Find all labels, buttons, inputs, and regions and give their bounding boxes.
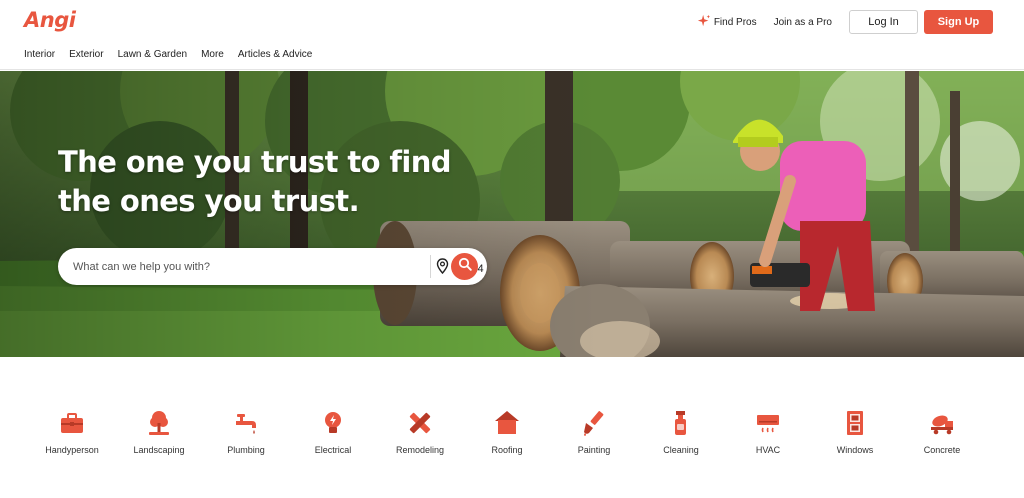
category-landscaping[interactable]: Landscaping [114,408,204,455]
ruler-pencil-icon [405,408,435,438]
tree-icon [144,408,174,438]
category-remodeling[interactable]: Remodeling [375,408,465,455]
find-pros-label: Find Pros [713,16,757,28]
sparkle-icon [697,14,711,31]
nav-item-interior[interactable]: Interior [24,49,55,60]
category-electrical[interactable]: Electrical [288,408,378,455]
site-header: Angi Interior Exterior Lawn & Garden Mor… [0,0,1024,70]
category-label: Windows [836,445,874,455]
category-painting[interactable]: Painting [549,408,639,455]
category-row: Handyperson Landscaping Plumbing Electri… [0,408,1024,468]
search-icon [458,257,472,276]
category-label: Roofing [491,445,523,455]
nav-item-exterior[interactable]: Exterior [69,49,103,60]
hero-headline: The one you trust to find the ones you t… [58,145,452,218]
window-icon [840,408,870,438]
air-conditioner-icon [753,408,783,438]
nav-item-articles-advice[interactable]: Articles & Advice [238,49,312,60]
category-plumbing[interactable]: Plumbing [201,408,291,455]
category-cleaning[interactable]: Cleaning [636,408,726,455]
house-roof-icon [492,408,522,438]
category-label: Landscaping [133,445,185,455]
category-label: Remodeling [395,445,445,455]
login-button[interactable]: Log In [849,10,918,34]
nav-item-more[interactable]: More [201,49,224,60]
location-pin-icon [436,258,449,279]
join-as-pro-link[interactable]: Join as a Pro [774,17,832,28]
category-handyperson[interactable]: Handyperson [27,408,117,455]
nav-item-lawn-garden[interactable]: Lawn & Garden [118,49,188,60]
category-hvac[interactable]: HVAC [723,408,813,455]
angi-logo[interactable]: Angi [24,8,76,32]
category-label: Cleaning [663,445,699,455]
service-search-bar [58,248,503,285]
lightbulb-icon [318,408,348,438]
search-submit-button[interactable] [451,253,478,280]
service-search-input[interactable] [73,248,363,285]
paintbrush-icon [579,408,609,438]
category-label: Painting [577,445,611,455]
hero-banner: The one you trust to find the ones you t… [0,71,1024,357]
toolbox-icon [57,408,87,438]
category-concrete[interactable]: Concrete [897,408,987,455]
faucet-icon [231,408,261,438]
find-pros-link[interactable]: Find Pros [697,14,757,31]
spray-bottle-icon [666,408,696,438]
header-actions: Find Pros Join as a Pro Log In Sign Up [697,10,993,34]
category-windows[interactable]: Windows [810,408,900,455]
cement-mixer-icon [927,408,957,438]
category-label: Plumbing [227,445,265,455]
category-label: Handyperson [45,445,99,455]
category-label: HVAC [755,445,781,455]
signup-button[interactable]: Sign Up [924,10,993,34]
category-label: Electrical [314,445,352,455]
category-roofing[interactable]: Roofing [462,408,552,455]
main-nav: Interior Exterior Lawn & Garden More Art… [24,49,312,60]
category-label: Concrete [923,445,961,455]
search-divider [430,255,431,278]
